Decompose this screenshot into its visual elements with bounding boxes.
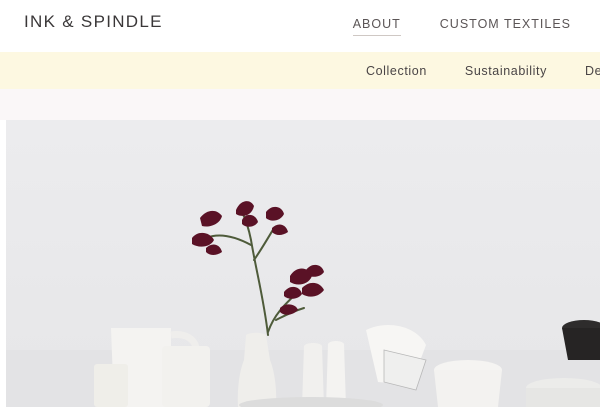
brand-logo[interactable]: INK & SPINDLE [24, 12, 163, 32]
subnav-collection[interactable]: Collection [366, 64, 427, 78]
nav-custom-textiles[interactable]: CUSTOM TEXTILES [440, 17, 571, 36]
spacer-band [0, 89, 600, 120]
site-header: INK & SPINDLE ABOUT CUSTOM TEXTILES [0, 0, 600, 52]
main-nav: ABOUT CUSTOM TEXTILES [352, 17, 571, 36]
hero-still-life-illustration [6, 201, 600, 407]
hero-image [6, 120, 600, 407]
nav-about[interactable]: ABOUT [352, 17, 401, 36]
subnav-sustainability[interactable]: Sustainability [465, 64, 547, 78]
sub-nav: Collection Sustainability Des [0, 52, 600, 89]
subnav-design[interactable]: Des [585, 64, 600, 78]
